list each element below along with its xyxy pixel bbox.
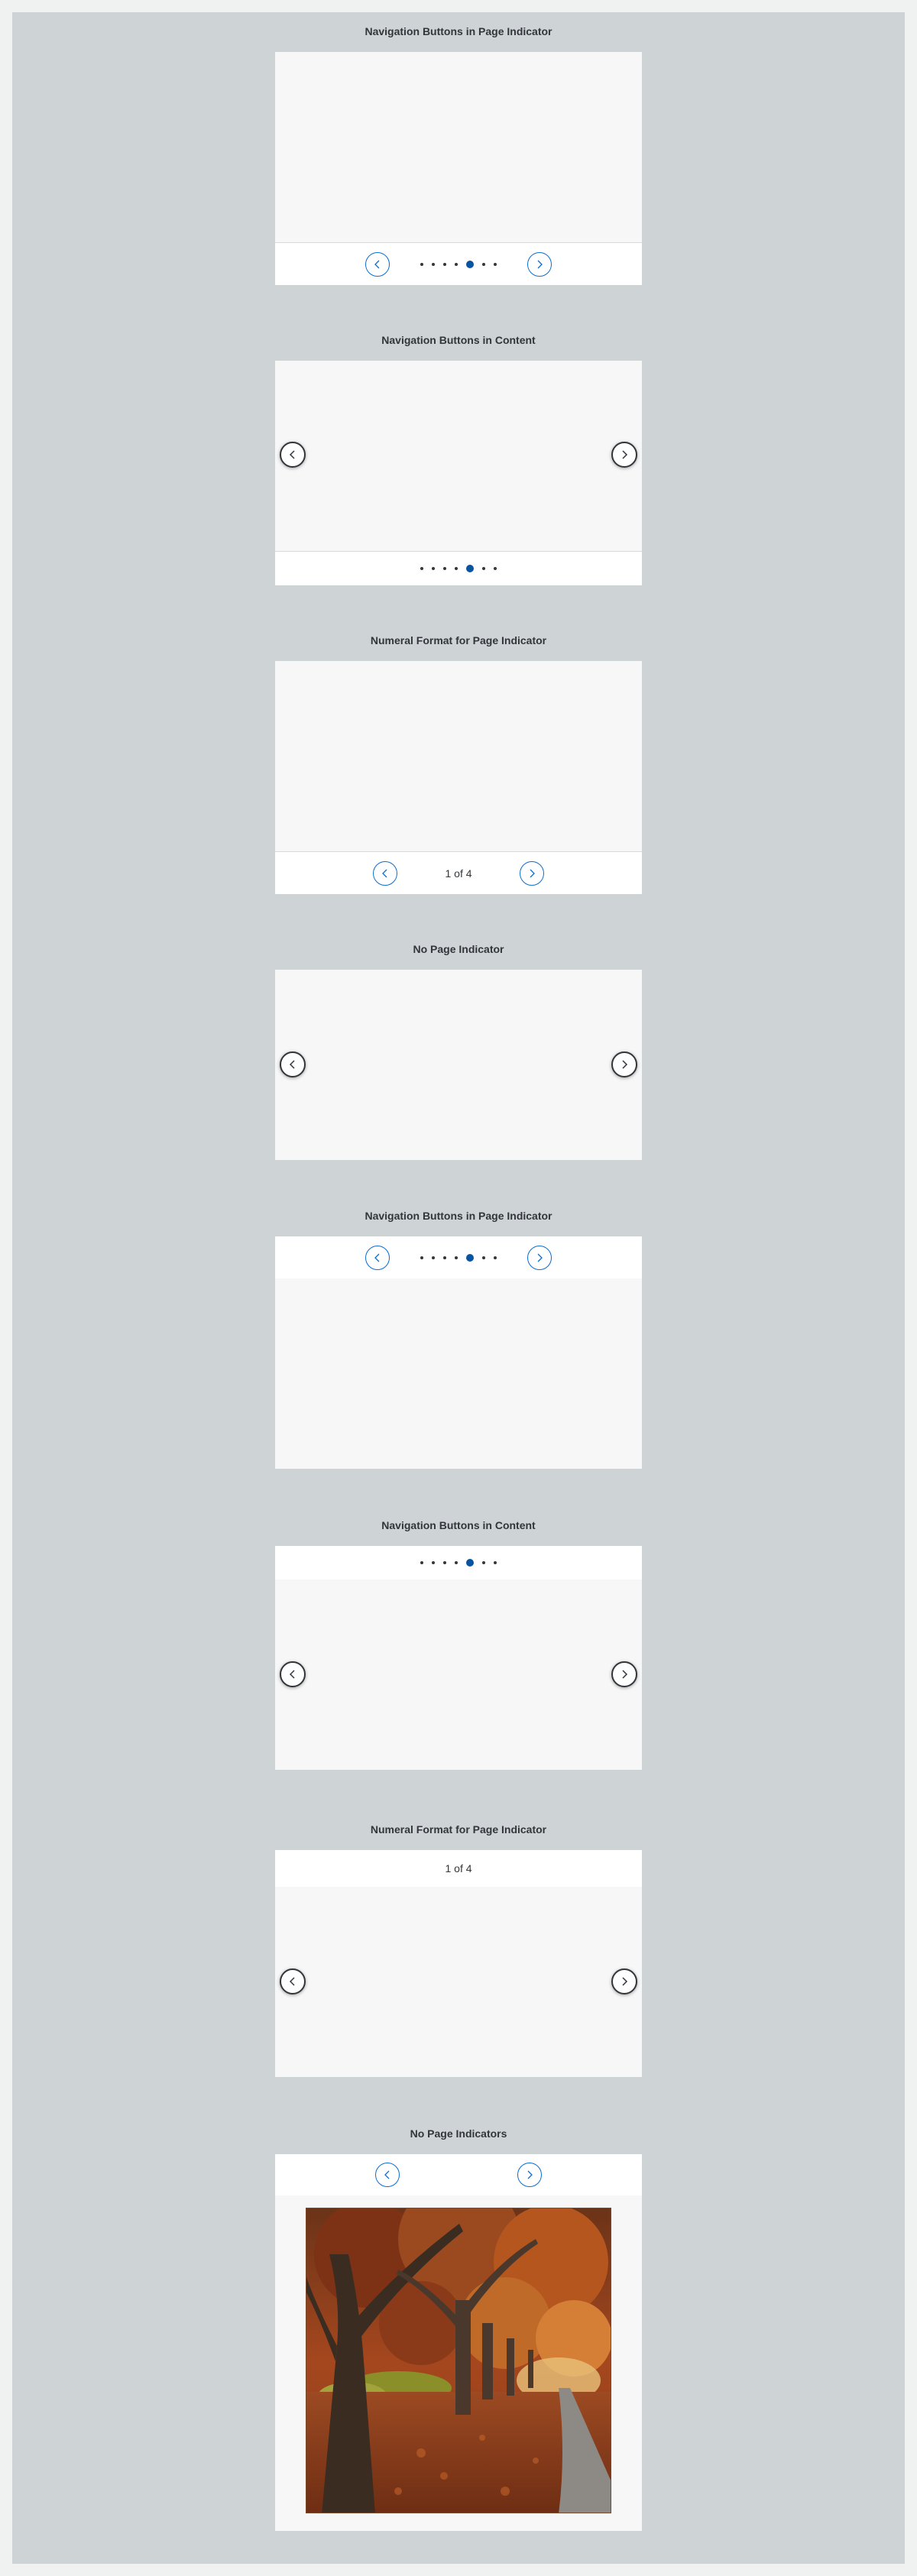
page-dot[interactable] — [420, 567, 423, 570]
page-dot[interactable] — [432, 1561, 435, 1564]
page-dots — [420, 565, 497, 572]
page-dot[interactable] — [443, 262, 446, 266]
next-button[interactable] — [611, 1051, 637, 1077]
chevron-left-icon — [374, 260, 380, 268]
section-title: No Page Indicator — [413, 943, 504, 955]
page-numeral: 1 of 4 — [445, 1862, 472, 1874]
page-dot[interactable] — [494, 1561, 497, 1564]
chevron-right-icon — [537, 260, 543, 268]
autumn-trees-image — [306, 2208, 611, 2513]
page-dot[interactable] — [482, 1561, 485, 1564]
page-indicator: 1 of 4 — [275, 1850, 642, 1887]
section-title: Navigation Buttons in Content — [381, 1519, 536, 1531]
carousel-page — [275, 1278, 642, 1469]
carousel: 1 of 4 — [275, 1850, 642, 2077]
page-dot-active[interactable] — [466, 1253, 474, 1262]
page-dot[interactable] — [455, 262, 458, 266]
chevron-right-icon — [537, 1253, 543, 1262]
next-button[interactable] — [611, 442, 637, 468]
page-dots — [420, 1559, 497, 1567]
page-dot[interactable] — [432, 567, 435, 570]
page-indicator — [275, 1236, 642, 1279]
chevron-right-icon — [622, 450, 628, 459]
page-dot[interactable] — [420, 1256, 423, 1259]
section-title: Navigation Buttons in Page Indicator — [365, 25, 552, 37]
carousel-page — [275, 970, 642, 1160]
page-indicator — [275, 2154, 642, 2196]
page-indicator — [275, 551, 642, 585]
page-indicator — [275, 1546, 642, 1580]
page-numeral: 1 of 4 — [445, 867, 472, 880]
page-dot[interactable] — [482, 1256, 485, 1259]
chevron-left-icon — [374, 1253, 380, 1262]
prev-button[interactable] — [365, 1245, 390, 1270]
page-dot[interactable] — [494, 567, 497, 570]
section-title: No Page Indicators — [410, 2127, 507, 2140]
prev-button[interactable] — [280, 442, 306, 468]
carousel — [275, 1236, 642, 1469]
carousel-page — [275, 1887, 642, 2077]
section-title: Numeral Format for Page Indicator — [370, 1823, 547, 1836]
next-button[interactable] — [611, 1968, 637, 1994]
page-dot[interactable] — [420, 1561, 423, 1564]
page-dot[interactable] — [443, 1561, 446, 1564]
page-dot-active[interactable] — [466, 565, 474, 572]
chevron-left-icon — [289, 450, 295, 459]
prev-button[interactable] — [280, 1051, 306, 1077]
chevron-left-icon — [289, 1977, 295, 1986]
page-dot[interactable] — [455, 1561, 458, 1564]
prev-button[interactable] — [365, 251, 390, 277]
chevron-right-icon — [622, 1670, 628, 1679]
chevron-left-icon — [289, 1670, 295, 1679]
page-dot[interactable] — [494, 262, 497, 266]
section-title: Navigation Buttons in Page Indicator — [365, 1210, 552, 1222]
carousel-page — [275, 661, 642, 851]
page-dot[interactable] — [494, 1256, 497, 1259]
carousel — [275, 1546, 642, 1770]
next-button[interactable] — [517, 2163, 542, 2187]
carousel — [275, 361, 642, 585]
prev-button[interactable] — [373, 860, 397, 886]
page-dots — [420, 260, 497, 268]
page-dot[interactable] — [443, 1256, 446, 1259]
prev-button[interactable] — [375, 2163, 400, 2187]
page-dot[interactable] — [455, 567, 458, 570]
page-indicator — [275, 242, 642, 285]
chevron-right-icon — [622, 1977, 628, 1986]
page-dot[interactable] — [432, 1256, 435, 1259]
next-button[interactable] — [611, 1661, 637, 1687]
section-title: Navigation Buttons in Content — [381, 334, 536, 346]
carousel-page — [275, 52, 642, 242]
page-dot-active[interactable] — [466, 260, 474, 268]
carousel — [275, 52, 642, 285]
next-button[interactable] — [527, 251, 552, 277]
page-dot[interactable] — [443, 567, 446, 570]
chevron-right-icon — [527, 2170, 533, 2179]
page-dot[interactable] — [482, 262, 485, 266]
page-indicator: 1 of 4 — [275, 851, 642, 894]
page-dot-active[interactable] — [466, 1559, 474, 1567]
sample-panel: Navigation Buttons in Page Indicator Nav… — [12, 12, 905, 2564]
carousel-page — [275, 2195, 642, 2531]
carousel — [275, 2154, 642, 2531]
carousel-page — [275, 361, 642, 551]
prev-button[interactable] — [280, 1661, 306, 1687]
carousel: 1 of 4 — [275, 661, 642, 894]
chevron-right-icon — [530, 869, 535, 877]
chevron-right-icon — [622, 1060, 628, 1069]
page-dot[interactable] — [420, 262, 423, 266]
chevron-left-icon — [289, 1060, 295, 1069]
page-dot[interactable] — [432, 262, 435, 266]
next-button[interactable] — [527, 1245, 552, 1270]
carousel-page — [275, 1580, 642, 1770]
page-dots — [420, 1253, 497, 1262]
page-dot[interactable] — [455, 1256, 458, 1259]
section-title: Numeral Format for Page Indicator — [370, 634, 547, 646]
next-button[interactable] — [520, 860, 544, 886]
chevron-left-icon — [382, 869, 387, 877]
carousel — [275, 970, 642, 1160]
page-dot[interactable] — [482, 567, 485, 570]
prev-button[interactable] — [280, 1968, 306, 1994]
chevron-left-icon — [384, 2170, 390, 2179]
